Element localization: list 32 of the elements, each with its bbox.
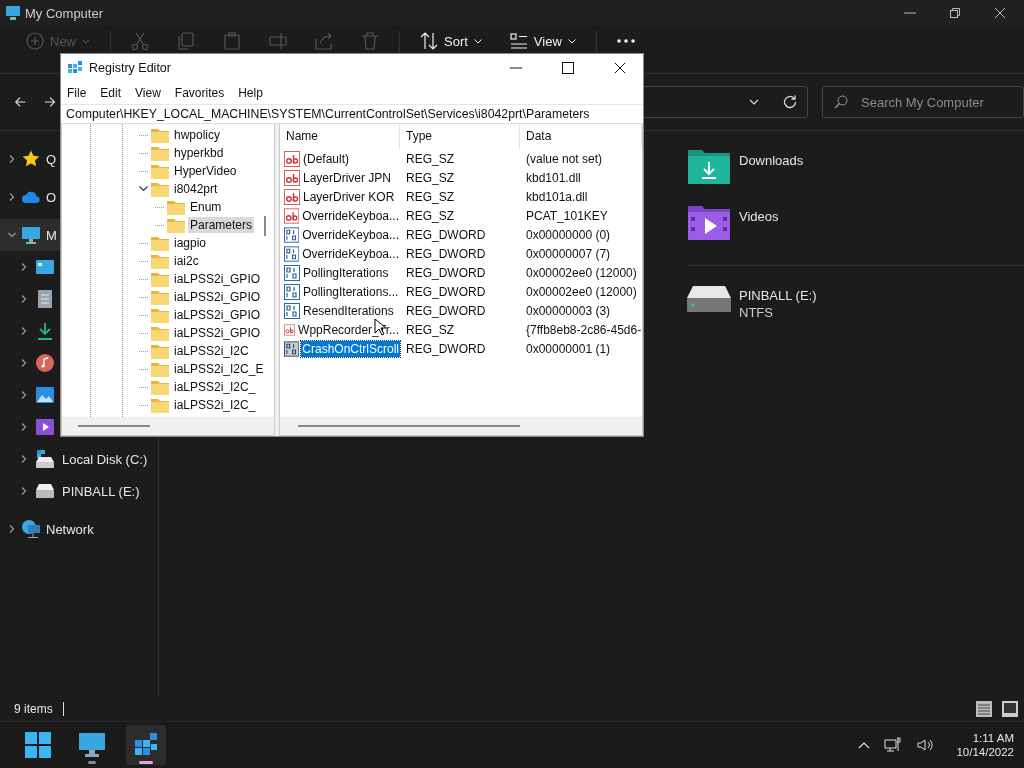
sidebar-label: Local Disk (C:) [62,451,148,467]
value-type: REG_DWORD [405,284,487,299]
value-type: REG_SZ [405,151,455,166]
value-type: REG_SZ [405,189,455,204]
sidebar-label: M [46,227,57,243]
value-type: REG_DWORD [405,341,487,356]
value-data: (value not set) [525,151,604,166]
sidebar-label: Network [46,521,94,537]
value-type: REG_DWORD [405,227,487,242]
value-data: 0x00000001 (1) [525,341,612,356]
value-type: REG_SZ [405,322,455,337]
item-detail: NTFS [739,305,774,320]
value-type: REG_DWORD [405,303,487,318]
value-data: kbd101.dll [525,170,582,185]
value-data: 0x00000007 (7) [525,246,612,261]
value-type: REG_DWORD [405,246,487,261]
item-count: 9 items [14,702,53,716]
value-type: REG_DWORD [405,265,487,280]
window-title: Registry Editor [89,61,171,75]
value-data: kbd101a.dll [525,189,589,204]
window-title: My Computer [25,5,104,21]
value-data: 0x00002ee0 (12000) [525,265,638,280]
sidebar-label: PINBALL (E:) [62,483,140,499]
value-data: 0x00002ee0 (12000) [525,284,638,299]
value-data: 0x00000003 (3) [525,303,612,318]
sidebar-label: Q [46,151,57,167]
value-type: REG_SZ [405,208,455,223]
sidebar-label: O [46,189,57,205]
value-data: 0x00000000 (0) [525,227,612,242]
value-data: {7ffb8eb8-2c86-45d6- [525,322,642,337]
value-type: REG_SZ [405,170,455,185]
value-data: PCAT_101KEY [525,208,609,223]
